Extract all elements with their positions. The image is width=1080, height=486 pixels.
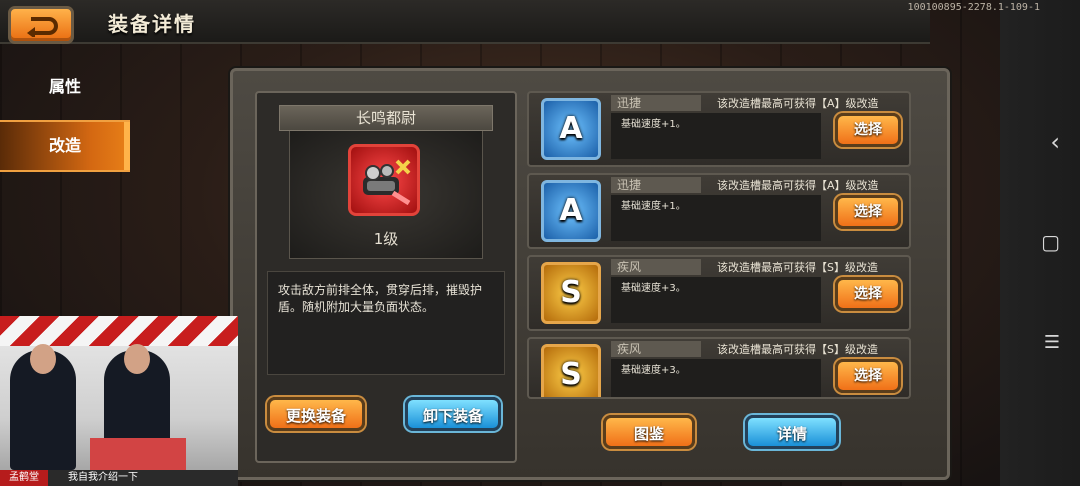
grade-letter: A: [559, 111, 583, 146]
nav-item-modify[interactable]: 改造: [0, 120, 130, 172]
nav-item-label: 属性: [48, 77, 81, 96]
slot-info: 该改造槽最高可获得【A】级改造: [717, 97, 879, 110]
live-stream-overlay[interactable]: 孟鹤堂 我自我介绍一下: [0, 316, 238, 486]
stage-banner: [0, 316, 238, 346]
version-code: 100100895-2278.1-109-1: [907, 2, 1040, 13]
slot-effect: 基础速度+3。: [611, 277, 821, 323]
system-menu-icon[interactable]: ☰: [1044, 332, 1060, 353]
system-nav-bar: [1000, 0, 1080, 486]
slot-info: 该改造槽最高可获得【S】级改造: [717, 343, 878, 356]
slot-effect: 基础速度+3。: [611, 359, 821, 397]
back-button[interactable]: [8, 6, 74, 44]
equipment-card: 1级 长鸣都尉 攻击敌方前排全体，贯穿后排，摧毁护盾。随机附加大量负面状态。 更…: [255, 91, 517, 463]
slot-info: 该改造槽最高可获得【S】级改造: [717, 261, 878, 274]
slot-effect: 基础速度+1。: [611, 113, 821, 159]
item-display: 1级: [289, 129, 483, 259]
catalog-button[interactable]: 图鉴: [603, 415, 695, 449]
stream-caption: 我自我介绍一下: [48, 470, 238, 486]
stream-tag: 孟鹤堂: [0, 470, 48, 486]
nav-item-label: 改造: [48, 136, 81, 155]
equipment-description: 攻击敌方前排全体，贯穿后排，摧毁护盾。随机附加大量负面状态。: [267, 271, 505, 375]
weapon-gauntlet-icon[interactable]: [348, 144, 420, 216]
mod-slot: A 迅捷 该改造槽最高可获得【A】级改造 基础速度+1。 选择: [527, 173, 911, 249]
mod-slot: S 疾风 该改造槽最高可获得【S】级改造 基础速度+3。 选择: [527, 337, 911, 399]
nav-item-attributes[interactable]: 属性: [0, 60, 130, 114]
slot-name: 疾风: [611, 341, 701, 357]
details-button[interactable]: 详情: [745, 415, 839, 449]
slot-name: 疾风: [611, 259, 701, 275]
slot-name: 迅捷: [611, 95, 701, 111]
select-button[interactable]: 选择: [835, 113, 901, 147]
grade-a-icon: A: [541, 98, 601, 160]
select-button[interactable]: 选择: [835, 277, 901, 311]
equipment-name: 长鸣都尉: [279, 105, 493, 131]
slot-info: 该改造槽最高可获得【A】级改造: [717, 179, 879, 192]
grade-s-icon: S: [541, 344, 601, 397]
system-back-icon[interactable]: ‹: [1050, 128, 1060, 156]
performer-left-head: [30, 344, 56, 374]
grade-s-icon: S: [541, 262, 601, 324]
change-equipment-button[interactable]: 更换装备: [267, 397, 365, 431]
return-arrow-icon: [27, 17, 58, 37]
equipment-level: 1级: [373, 230, 399, 248]
mod-slot: S 疾风 该改造槽最高可获得【S】级改造 基础速度+3。 选择: [527, 255, 911, 331]
system-home-icon[interactable]: ▢: [1041, 230, 1060, 254]
side-nav: 属性 改造: [0, 60, 130, 178]
page-title: 装备详情: [108, 12, 196, 36]
select-button[interactable]: 选择: [835, 195, 901, 229]
grade-letter: S: [560, 357, 582, 392]
slot-effect: 基础速度+1。: [611, 195, 821, 241]
grade-letter: S: [560, 275, 582, 310]
header-bar: 装备详情: [0, 0, 930, 44]
slot-name: 迅捷: [611, 177, 701, 193]
unequip-button[interactable]: 卸下装备: [405, 397, 501, 431]
stage-table: [90, 438, 186, 470]
select-button[interactable]: 选择: [835, 359, 901, 393]
grade-letter: A: [559, 193, 583, 228]
performer-right-head: [124, 344, 150, 374]
equipment-panel: 1级 长鸣都尉 攻击敌方前排全体，贯穿后排，摧毁护盾。随机附加大量负面状态。 更…: [230, 68, 950, 480]
mod-slot: A 迅捷 该改造槽最高可获得【A】级改造 基础速度+1。 选择: [527, 91, 911, 167]
grade-a-icon: A: [541, 180, 601, 242]
